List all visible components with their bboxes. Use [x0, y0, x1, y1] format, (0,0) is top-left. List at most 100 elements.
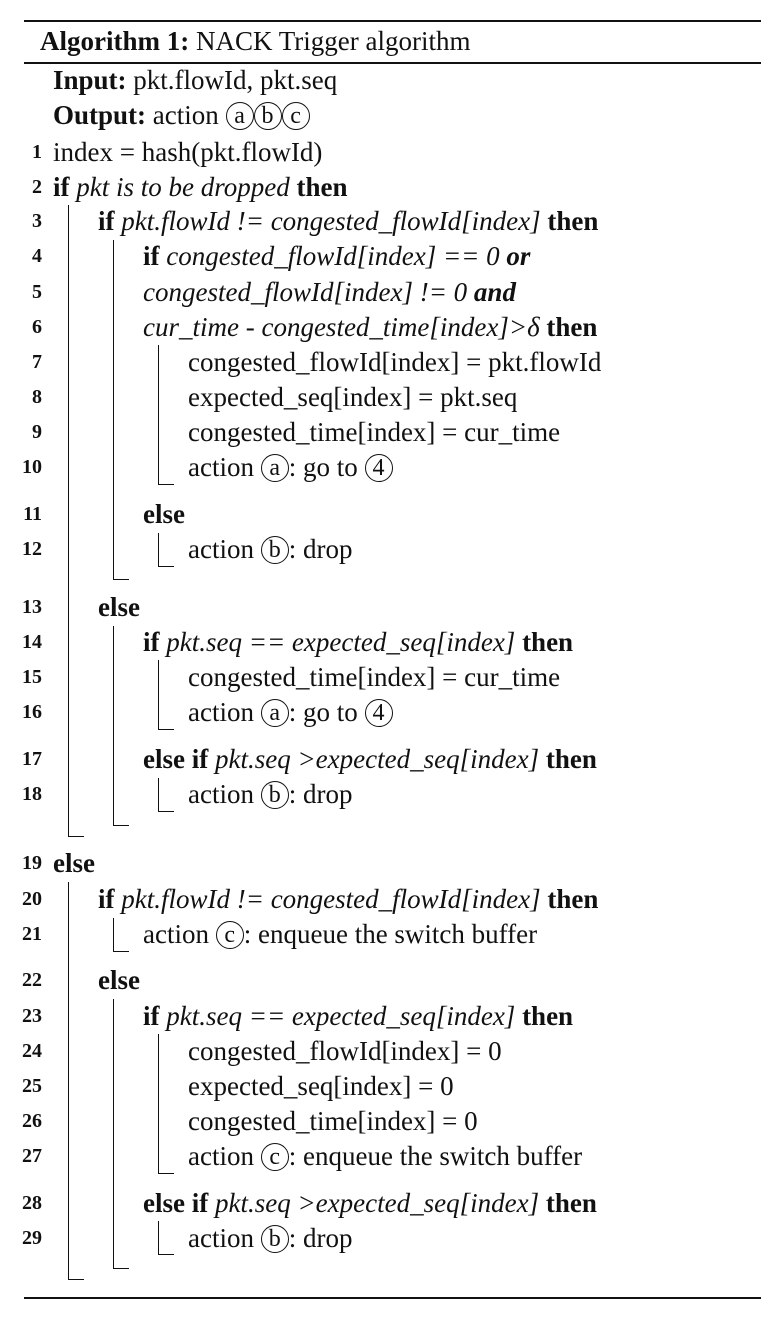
line-content: congested_time[index] = cur_time: [188, 414, 560, 450]
line-number: 3: [32, 210, 42, 232]
line-content: action b: drop: [188, 1220, 352, 1256]
code-token: action: [188, 534, 261, 564]
algorithm-line: 7 congested_flowId[index] = pkt.flowId: [0, 344, 782, 380]
algorithm-line: 26 congested_time[index] = 0: [0, 1103, 782, 1139]
input-value: pkt.flowId, pkt.seq: [133, 65, 338, 95]
algorithm-line: 3 if pkt.flowId != congested_flowId[index…: [0, 203, 782, 239]
circled-label: 4: [364, 454, 393, 482]
code-token: : drop: [288, 534, 353, 564]
code-token: congested_flowId[index] == 0: [159, 241, 507, 271]
input-label: Input:: [53, 65, 127, 95]
code-token: expected_seq[index] = pkt.seq: [188, 382, 518, 412]
line-number: 28: [22, 1192, 42, 1214]
algorithm-line: 15 congested_time[index] = cur_time: [0, 659, 782, 695]
code-token: else: [143, 499, 185, 529]
algorithm-line: 14 if pkt.seq == expected_seq[index] then: [0, 624, 782, 660]
code-token: action: [143, 919, 216, 949]
code-token: congested_flowId[index] != 0: [143, 277, 474, 307]
line-content: if pkt.flowId != congested_flowId[index]…: [98, 881, 598, 917]
line-content: index = hash(pkt.flowId): [53, 134, 322, 170]
code-token: : go to: [288, 697, 365, 727]
code-token: if: [98, 206, 115, 236]
code-token: then: [522, 627, 574, 657]
code-token: or: [506, 241, 531, 271]
algorithm-line: 22 else: [0, 962, 782, 998]
bottom-rule: [24, 1297, 761, 1299]
line-number: 6: [32, 316, 42, 338]
output-value: action: [152, 100, 219, 130]
algorithm-line: 18 action b: drop: [0, 776, 782, 812]
output-circle-a: a: [225, 102, 254, 130]
code-token: congested_time[index] = 0: [188, 1106, 478, 1136]
algorithm-line: 2 if pkt is to be dropped then: [0, 169, 782, 205]
code-token: if: [53, 172, 70, 202]
circled-label: c: [215, 921, 244, 949]
line-content: else if pkt.seq >expected_seq[index] the…: [143, 741, 597, 777]
code-token: congested_flowId[index] = pkt.flowId: [188, 347, 602, 377]
algorithm-line: 16 action a: go to 4: [0, 694, 782, 730]
algorithm-line: 28 else if pkt.seq >expected_seq[index] t…: [0, 1185, 782, 1221]
caption-label: Algorithm 1:: [40, 26, 190, 56]
code-token: else: [98, 592, 140, 622]
line-number: 11: [23, 503, 42, 525]
line-number: 2: [32, 176, 42, 198]
line-content: action b: drop: [188, 776, 352, 812]
algorithm-line: 27 action c: enqueue the switch buffer: [0, 1138, 782, 1174]
line-content: action a: go to 4: [188, 449, 393, 485]
code-token: cur_time - congested_time[index]>δ: [143, 312, 547, 342]
output-label: Output:: [53, 100, 147, 130]
code-token: if: [143, 241, 160, 271]
line-number: 18: [22, 783, 42, 805]
algorithm-line: 6 cur_time - congested_time[index]>δ then: [0, 309, 782, 345]
line-number: 19: [22, 852, 42, 874]
line-number: 7: [32, 351, 42, 373]
line-content: else if pkt.seq >expected_seq[index] the…: [143, 1185, 597, 1221]
line-content: congested_flowId[index] = pkt.flowId: [188, 344, 601, 380]
line-number: 4: [32, 245, 42, 267]
line-number: 23: [22, 1005, 42, 1027]
line-number: 20: [22, 888, 42, 910]
algorithm-line: 9 congested_time[index] = cur_time: [0, 414, 782, 450]
code-token: pkt.seq == expected_seq[index]: [159, 627, 523, 657]
code-token: action: [188, 1223, 261, 1253]
line-number: 15: [22, 666, 42, 688]
algorithm-caption: Algorithm 1: NACK Trigger algorithm: [40, 24, 471, 58]
code-token: pkt.seq >expected_seq[index]: [208, 1188, 546, 1218]
code-token: and: [473, 277, 516, 307]
line-number: 8: [32, 386, 42, 408]
line-number: 16: [22, 701, 42, 723]
line-number: 14: [22, 631, 42, 653]
algorithm-line: 17 else if pkt.seq >expected_seq[index] t…: [0, 741, 782, 777]
code-token: : enqueue the switch buffer: [243, 919, 538, 949]
code-token: congested_time[index] = cur_time: [188, 662, 561, 692]
code-token: then: [547, 206, 599, 236]
code-token: if: [143, 1001, 160, 1031]
code-token: : go to: [288, 452, 365, 482]
line-number: 1: [32, 141, 42, 163]
algorithm-line: 23 if pkt.seq == expected_seq[index] then: [0, 998, 782, 1034]
line-number: 9: [32, 421, 42, 443]
circled-label: b: [260, 1225, 289, 1253]
code-token: then: [545, 744, 597, 774]
code-token: pkt.seq == expected_seq[index]: [159, 1001, 523, 1031]
line-content: expected_seq[index] = 0: [188, 1068, 454, 1104]
circled-label: a: [260, 454, 289, 482]
line-content: congested_time[index] = cur_time: [188, 659, 560, 695]
line-content: else: [98, 962, 140, 998]
line-content: action c: enqueue the switch buffer: [188, 1138, 582, 1174]
circled-label: c: [260, 1143, 289, 1171]
line-content: else: [53, 845, 95, 881]
line-content: if pkt.seq == expected_seq[index] then: [143, 624, 573, 660]
circled-label: b: [260, 781, 289, 809]
line-number: 13: [22, 596, 42, 618]
code-token: then: [296, 172, 348, 202]
code-token: congested_time[index] = cur_time: [188, 417, 561, 447]
algorithm-line: 8 expected_seq[index] = pkt.seq: [0, 379, 782, 415]
algorithm-line: 10 action a: go to 4: [0, 449, 782, 485]
code-token: pkt.flowId != congested_flowId[index]: [114, 884, 548, 914]
code-token: action: [188, 452, 261, 482]
circled-label: a: [260, 699, 289, 727]
line-number: 22: [22, 969, 42, 991]
algorithm-line: 11 else: [0, 496, 782, 532]
code-token: pkt is to be dropped: [69, 172, 297, 202]
